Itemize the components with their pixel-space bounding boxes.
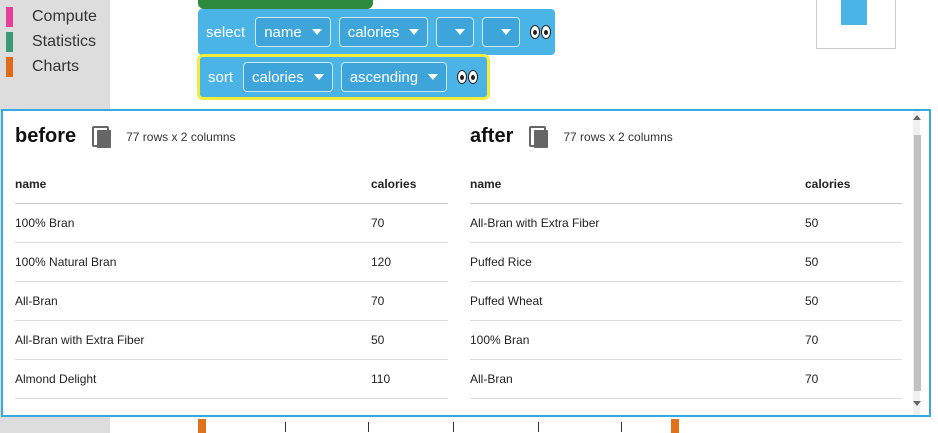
cell-calories: 110	[371, 359, 448, 399]
before-pane: before 77 rows x 2 columns name calories…	[3, 111, 455, 415]
cell-name: 100% Bran	[15, 203, 371, 243]
before-row-count: 77 rows x 2 columns	[126, 129, 236, 144]
after-row-count: 77 rows x 2 columns	[563, 129, 673, 144]
dropdown-value: calories	[347, 23, 400, 41]
axis-tick	[621, 422, 627, 432]
column-header: name	[15, 165, 371, 204]
cell-calories: 120	[371, 242, 448, 282]
cell-name: Puffed Rice	[470, 242, 805, 282]
column-header: calories	[805, 165, 902, 204]
upstream-block[interactable]	[198, 0, 373, 9]
chevron-down-icon	[428, 74, 439, 80]
cell-calories: 70	[371, 281, 448, 321]
chevron-down-icon	[501, 29, 512, 35]
cell-name: All-Bran	[470, 359, 805, 399]
table-row: All-Bran with Extra Fiber 50	[15, 320, 448, 360]
column-header: name	[470, 165, 805, 204]
dropdown-value: ascending	[349, 68, 419, 86]
sort-order-dropdown[interactable]: ascending	[340, 62, 448, 92]
eyes-icon[interactable]	[530, 25, 552, 39]
cell-name: All-Bran	[15, 281, 371, 321]
chevron-down-icon	[409, 29, 420, 35]
cell-calories: 50	[371, 320, 448, 360]
table-header: name calories	[470, 165, 902, 204]
dropdown-value: name	[264, 23, 302, 41]
compute-color-swatch	[6, 7, 13, 27]
chevron-down-icon	[313, 74, 324, 80]
sort-keyword: sort	[208, 68, 234, 86]
table-row: Puffed Wheat 50	[470, 281, 902, 321]
cell-name: All-Bran with Extra Fiber	[470, 203, 805, 243]
chevron-down-icon	[311, 29, 322, 35]
table-row: 100% Bran 70	[15, 203, 448, 243]
axis-tick	[285, 422, 291, 432]
column-header: calories	[371, 165, 448, 204]
category-label: Charts	[32, 58, 80, 75]
statistics-color-swatch	[6, 32, 13, 52]
dropdown-value: calories	[252, 68, 304, 86]
eyes-icon[interactable]	[457, 70, 479, 84]
cell-name: Almond Delight	[15, 359, 371, 399]
charts-color-swatch	[6, 57, 13, 77]
copy-icon[interactable]	[529, 125, 549, 148]
after-pane: after 77 rows x 2 columns name calories …	[458, 111, 913, 415]
cell-calories: 70	[805, 359, 902, 399]
data-preview-popup: before 77 rows x 2 columns name calories…	[1, 109, 931, 417]
chevron-down-icon	[455, 29, 466, 35]
category-statistics[interactable]: Statistics	[6, 32, 96, 52]
sort-block[interactable]: sort calories ascending	[197, 54, 490, 100]
table-row: 100% Natural Bran 120	[15, 242, 448, 282]
cell-name: Puffed Wheat	[470, 281, 805, 321]
cell-name: 100% Natural Bran	[15, 242, 371, 282]
select-column-dropdown[interactable]	[436, 17, 475, 47]
axis-tick	[368, 422, 374, 432]
table-row: All-Bran 70	[470, 359, 902, 399]
cell-calories: 50	[805, 203, 902, 243]
table-row: All-Bran with Extra Fiber 50	[470, 203, 902, 243]
table-row: 100% Bran 70	[470, 320, 902, 360]
table-row: All-Bran 70	[15, 281, 448, 321]
cell-calories: 70	[371, 203, 448, 243]
table-row: Puffed Rice 50	[470, 242, 902, 282]
outer-scrollbar-thumb[interactable]	[914, 135, 921, 391]
category-label: Compute	[32, 8, 97, 25]
chart-bar	[198, 419, 206, 433]
after-table: name calories All-Bran with Extra Fiber 5…	[470, 165, 902, 399]
category-compute[interactable]: Compute	[6, 7, 97, 27]
cell-name: All-Bran with Extra Fiber	[15, 320, 371, 360]
cell-calories: 50	[805, 242, 902, 282]
table-header: name calories	[15, 165, 448, 204]
category-label: Statistics	[32, 33, 97, 50]
scroll-down-icon[interactable]	[913, 401, 921, 406]
before-table: name calories 100% Bran 70 100% Natural B…	[15, 165, 448, 399]
cell-name: 100% Bran	[470, 320, 805, 360]
select-block[interactable]: select name calories	[198, 9, 555, 55]
axis-tick	[538, 422, 544, 432]
sort-column-dropdown[interactable]: calories	[243, 62, 333, 92]
cell-calories: 50	[805, 281, 902, 321]
category-charts[interactable]: Charts	[6, 57, 79, 77]
axis-tick	[453, 422, 459, 432]
thumbnail-chart	[841, 0, 867, 25]
before-title: before	[15, 125, 77, 147]
chart-thumbnail[interactable]	[816, 0, 896, 49]
scroll-up-icon[interactable]	[913, 115, 921, 120]
table-row: Almond Delight 110	[15, 359, 448, 399]
select-column-dropdown[interactable]: calories	[338, 17, 429, 47]
select-column-dropdown[interactable]	[482, 17, 521, 47]
copy-icon[interactable]	[92, 125, 112, 148]
select-keyword: select	[206, 23, 246, 41]
after-title: after	[470, 125, 514, 147]
select-column-dropdown[interactable]: name	[255, 17, 331, 47]
cell-calories: 70	[805, 320, 902, 360]
chart-bar	[671, 419, 679, 433]
